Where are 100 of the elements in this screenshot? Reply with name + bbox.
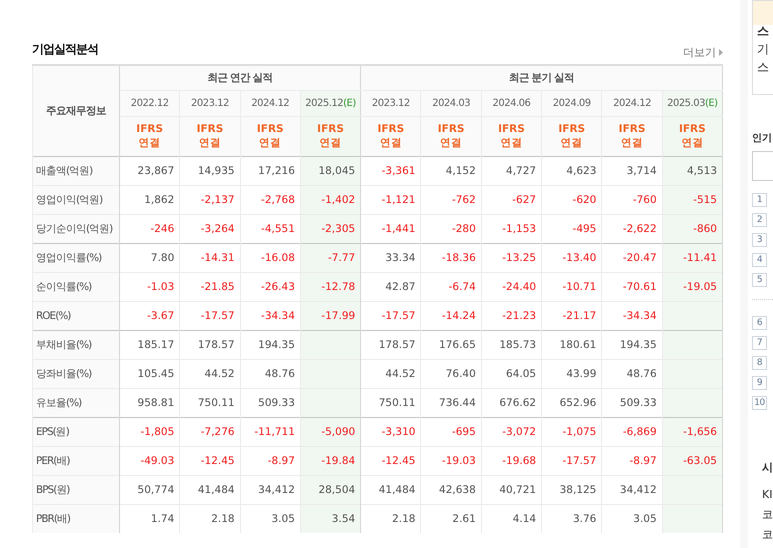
accounting-basis: IFRS 연결 bbox=[481, 116, 542, 156]
table-cell: 185.73 bbox=[481, 330, 542, 359]
table-cell: 194.35 bbox=[602, 330, 662, 359]
table-cell: 43.99 bbox=[542, 359, 602, 388]
table-cell: 1.74 bbox=[120, 504, 180, 533]
table-cell: -13.40 bbox=[542, 243, 602, 272]
box-text: 스 bbox=[757, 59, 770, 75]
table-cell: 34,412 bbox=[240, 475, 300, 504]
table-cell: 50,774 bbox=[120, 475, 180, 504]
accounting-basis: IFRS 연결 bbox=[300, 116, 361, 156]
table-cell: 178.57 bbox=[180, 330, 240, 359]
table-cell: -1,656 bbox=[662, 417, 722, 446]
box-text: 기 bbox=[757, 41, 770, 57]
row-label: 유보율(%) bbox=[32, 388, 120, 417]
panel-heading: 시 bbox=[762, 460, 773, 475]
table-cell: -34.34 bbox=[602, 301, 662, 330]
accounting-basis: IFRS 연결 bbox=[662, 116, 722, 156]
table-cell: -8.97 bbox=[602, 446, 662, 475]
row-label: 영업이익(억원) bbox=[32, 185, 120, 214]
table-cell: -17.57 bbox=[360, 301, 421, 330]
table-cell: 2.61 bbox=[420, 504, 482, 533]
table-cell: -12.45 bbox=[180, 446, 240, 475]
accounting-basis: IFRS 연결 bbox=[360, 116, 421, 156]
table-cell: 652.96 bbox=[542, 388, 602, 417]
table-cell: -12.45 bbox=[360, 446, 421, 475]
table-cell: 3.05 bbox=[602, 504, 662, 533]
table-cell: -1,441 bbox=[360, 214, 421, 243]
table-cell: -1,121 bbox=[360, 185, 421, 214]
accounting-basis: IFRS 연결 bbox=[542, 116, 602, 156]
table-cell: -1,153 bbox=[481, 214, 542, 243]
period-header: 2023.12 bbox=[180, 90, 240, 116]
table-cell: -5,090 bbox=[300, 417, 361, 446]
row-label: 부채비율(%) bbox=[32, 330, 120, 359]
table-cell: 4,152 bbox=[420, 156, 482, 185]
table-cell: 17,216 bbox=[240, 156, 300, 185]
table-cell: -11.41 bbox=[662, 243, 722, 272]
rank-number: 9 bbox=[752, 376, 767, 390]
input-field[interactable] bbox=[752, 151, 773, 181]
accounting-basis: IFRS 연결 bbox=[120, 116, 180, 156]
more-link[interactable]: 더보기 bbox=[683, 45, 723, 60]
table-cell: 736.44 bbox=[420, 388, 482, 417]
table-cell: 4,623 bbox=[542, 156, 602, 185]
row-label: PBR(배) bbox=[32, 504, 120, 533]
rank-number: 7 bbox=[752, 336, 767, 350]
table-cell: -1,075 bbox=[542, 417, 602, 446]
table-cell: -1.03 bbox=[120, 272, 180, 301]
rank-number: 6 bbox=[752, 316, 767, 330]
table-cell: 176.65 bbox=[420, 330, 482, 359]
table-cell: -21.85 bbox=[180, 272, 240, 301]
table-cell: 34,412 bbox=[602, 475, 662, 504]
table-cell: -7,276 bbox=[180, 417, 240, 446]
rank-number: 1 bbox=[752, 193, 767, 207]
table-cell: -7.77 bbox=[300, 243, 361, 272]
table-cell: 750.11 bbox=[180, 388, 240, 417]
row-label: ROE(%) bbox=[32, 301, 120, 330]
table-cell: 3.76 bbox=[542, 504, 602, 533]
table-cell: 48.76 bbox=[602, 359, 662, 388]
table-cell: 38,125 bbox=[542, 475, 602, 504]
table-cell: 33.34 bbox=[360, 243, 421, 272]
period-header: 2022.12 bbox=[120, 90, 180, 116]
table-cell: -3,310 bbox=[360, 417, 421, 446]
table-cell: 509.33 bbox=[602, 388, 662, 417]
accounting-basis: IFRS 연결 bbox=[602, 116, 662, 156]
row-label: 매출액(억원) bbox=[32, 156, 120, 185]
table-cell: 44.52 bbox=[360, 359, 421, 388]
table-cell: -762 bbox=[420, 185, 482, 214]
rank-number: 4 bbox=[752, 253, 767, 267]
table-cell: -6,869 bbox=[602, 417, 662, 446]
section-title: 기업실적분석 bbox=[32, 41, 98, 58]
period-header: 2023.12 bbox=[360, 90, 421, 116]
row-label: 순이익률(%) bbox=[32, 272, 120, 301]
table-cell: -246 bbox=[120, 214, 180, 243]
table-cell: -17.57 bbox=[180, 301, 240, 330]
table-cell: -1,402 bbox=[300, 185, 361, 214]
accounting-basis: IFRS 연결 bbox=[240, 116, 300, 156]
table-cell: 194.35 bbox=[240, 330, 300, 359]
row-label: PER(배) bbox=[32, 446, 120, 475]
table-cell: -18.36 bbox=[420, 243, 482, 272]
table-cell: -860 bbox=[662, 214, 722, 243]
table-cell: 41,484 bbox=[180, 475, 240, 504]
table-cell: -19.05 bbox=[662, 272, 722, 301]
table-cell: -49.03 bbox=[120, 446, 180, 475]
table-cell: 4,727 bbox=[481, 156, 542, 185]
table-cell: 14,935 bbox=[180, 156, 240, 185]
table-cell: -2,622 bbox=[602, 214, 662, 243]
table-cell: -3,361 bbox=[360, 156, 421, 185]
accounting-basis: IFRS 연결 bbox=[180, 116, 240, 156]
table-cell: -495 bbox=[542, 214, 602, 243]
accounting-basis: IFRS 연결 bbox=[420, 116, 482, 156]
table-cell: 3.54 bbox=[300, 504, 361, 533]
table-cell: 3.05 bbox=[240, 504, 300, 533]
table-cell: 4,513 bbox=[662, 156, 722, 185]
table-cell: 64.05 bbox=[481, 359, 542, 388]
table-cell: -10.71 bbox=[542, 272, 602, 301]
table-cell: -17.57 bbox=[542, 446, 602, 475]
table-cell: -515 bbox=[662, 185, 722, 214]
table-cell: 958.81 bbox=[120, 388, 180, 417]
table-cell: 42.87 bbox=[360, 272, 421, 301]
table-cell: 42,638 bbox=[420, 475, 482, 504]
row-label: 당기순이익(억원) bbox=[32, 214, 120, 243]
